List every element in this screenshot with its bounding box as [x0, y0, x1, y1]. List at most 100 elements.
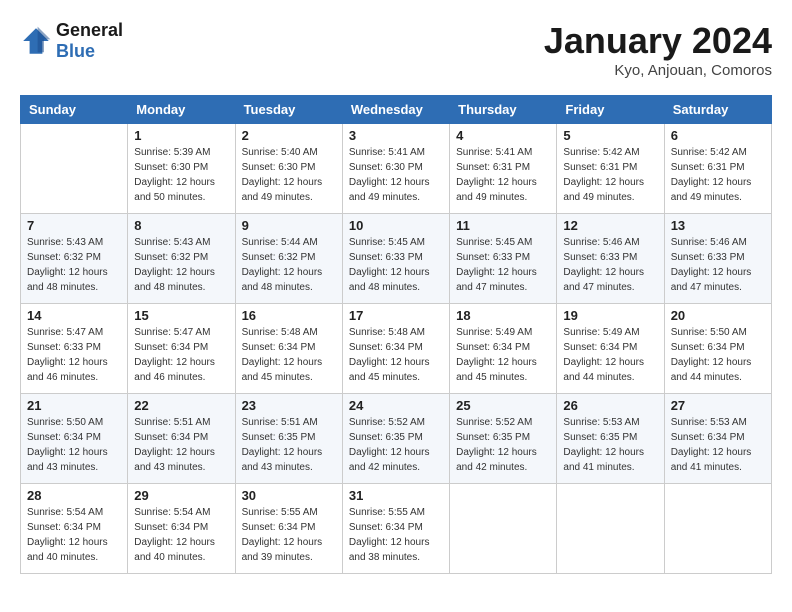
calendar-cell [664, 484, 771, 574]
day-info: Sunrise: 5:45 AM Sunset: 6:33 PM Dayligh… [456, 235, 550, 295]
title-block: January 2024 Kyo, Anjouan, Comoros [544, 20, 772, 79]
calendar-cell: 2Sunrise: 5:40 AM Sunset: 6:30 PM Daylig… [235, 124, 342, 214]
day-info: Sunrise: 5:39 AM Sunset: 6:30 PM Dayligh… [134, 145, 228, 205]
day-info: Sunrise: 5:43 AM Sunset: 6:32 PM Dayligh… [134, 235, 228, 295]
day-info: Sunrise: 5:45 AM Sunset: 6:33 PM Dayligh… [349, 235, 443, 295]
day-info: Sunrise: 5:50 AM Sunset: 6:34 PM Dayligh… [27, 415, 121, 475]
day-info: Sunrise: 5:54 AM Sunset: 6:34 PM Dayligh… [134, 505, 228, 565]
day-info: Sunrise: 5:53 AM Sunset: 6:35 PM Dayligh… [563, 415, 657, 475]
day-number: 8 [134, 218, 228, 233]
day-number: 31 [349, 488, 443, 503]
col-header-sunday: Sunday [21, 96, 128, 124]
day-number: 1 [134, 128, 228, 143]
week-row-4: 21 Sunrise: 5:50 AM Sunset: 6:34 PM Dayli… [21, 394, 772, 484]
day-info: Sunrise: 5:54 AM Sunset: 6:34 PM Dayligh… [27, 505, 121, 565]
day-number: 26 [563, 398, 657, 413]
logo: General Blue [20, 20, 123, 62]
page-header: General Blue January 2024 Kyo, Anjouan, … [20, 20, 772, 79]
day-number: 12 [563, 218, 657, 233]
day-number: 28 [27, 488, 121, 503]
day-info: Sunrise: 5:55 AM Sunset: 6:34 PM Dayligh… [242, 505, 336, 565]
day-number: 4 [456, 128, 550, 143]
day-number: 19 [563, 308, 657, 323]
col-header-friday: Friday [557, 96, 664, 124]
day-info: Sunrise: 5:42 AM Sunset: 6:31 PM Dayligh… [563, 145, 657, 205]
calendar-cell: 14Sunrise: 5:47 AM Sunset: 6:33 PM Dayli… [21, 304, 128, 394]
day-number: 11 [456, 218, 550, 233]
day-info: Sunrise: 5:52 AM Sunset: 6:35 PM Dayligh… [349, 415, 443, 475]
calendar-cell: 20 Sunrise: 5:50 AM Sunset: 6:34 PM Dayli… [664, 304, 771, 394]
day-number: 10 [349, 218, 443, 233]
day-info: Sunrise: 5:47 AM Sunset: 6:33 PM Dayligh… [27, 325, 121, 385]
week-row-1: 1 Sunrise: 5:39 AM Sunset: 6:30 PM Daylig… [21, 124, 772, 214]
logo-icon [20, 25, 52, 57]
calendar-cell [557, 484, 664, 574]
day-info: Sunrise: 5:49 AM Sunset: 6:34 PM Dayligh… [563, 325, 657, 385]
day-number: 21 [27, 398, 121, 413]
calendar-cell: 15Sunrise: 5:47 AM Sunset: 6:34 PM Dayli… [128, 304, 235, 394]
calendar-cell: 27 Sunrise: 5:53 AM Sunset: 6:34 PM Dayli… [664, 394, 771, 484]
calendar-cell: 3 Sunrise: 5:41 AM Sunset: 6:30 PM Daylig… [342, 124, 449, 214]
calendar-cell: 1 Sunrise: 5:39 AM Sunset: 6:30 PM Daylig… [128, 124, 235, 214]
calendar-cell: 10 Sunrise: 5:45 AM Sunset: 6:33 PM Dayli… [342, 214, 449, 304]
calendar-cell: 8 Sunrise: 5:43 AM Sunset: 6:32 PM Daylig… [128, 214, 235, 304]
day-info: Sunrise: 5:46 AM Sunset: 6:33 PM Dayligh… [563, 235, 657, 295]
calendar-cell: 25 Sunrise: 5:52 AM Sunset: 6:35 PM Dayli… [450, 394, 557, 484]
calendar-cell: 24Sunrise: 5:52 AM Sunset: 6:35 PM Dayli… [342, 394, 449, 484]
calendar-cell: 16Sunrise: 5:48 AM Sunset: 6:34 PM Dayli… [235, 304, 342, 394]
calendar-cell [21, 124, 128, 214]
calendar-cell: 7 Sunrise: 5:43 AM Sunset: 6:32 PM Daylig… [21, 214, 128, 304]
week-row-3: 14Sunrise: 5:47 AM Sunset: 6:33 PM Dayli… [21, 304, 772, 394]
calendar-cell: 23Sunrise: 5:51 AM Sunset: 6:35 PM Dayli… [235, 394, 342, 484]
week-row-5: 28 Sunrise: 5:54 AM Sunset: 6:34 PM Dayli… [21, 484, 772, 574]
col-header-saturday: Saturday [664, 96, 771, 124]
day-info: Sunrise: 5:55 AM Sunset: 6:34 PM Dayligh… [349, 505, 443, 565]
calendar-cell: 26 Sunrise: 5:53 AM Sunset: 6:35 PM Dayli… [557, 394, 664, 484]
day-number: 23 [242, 398, 336, 413]
day-info: Sunrise: 5:52 AM Sunset: 6:35 PM Dayligh… [456, 415, 550, 475]
calendar-cell: 31 Sunrise: 5:55 AM Sunset: 6:34 PM Dayli… [342, 484, 449, 574]
calendar-cell: 5 Sunrise: 5:42 AM Sunset: 6:31 PM Daylig… [557, 124, 664, 214]
day-info: Sunrise: 5:48 AM Sunset: 6:34 PM Dayligh… [349, 325, 443, 385]
calendar-cell: 4Sunrise: 5:41 AM Sunset: 6:31 PM Daylig… [450, 124, 557, 214]
day-number: 22 [134, 398, 228, 413]
day-number: 27 [671, 398, 765, 413]
calendar-cell: 9Sunrise: 5:44 AM Sunset: 6:32 PM Daylig… [235, 214, 342, 304]
calendar-cell: 21 Sunrise: 5:50 AM Sunset: 6:34 PM Dayli… [21, 394, 128, 484]
day-number: 15 [134, 308, 228, 323]
day-number: 20 [671, 308, 765, 323]
calendar-cell: 22 Sunrise: 5:51 AM Sunset: 6:34 PM Dayli… [128, 394, 235, 484]
day-info: Sunrise: 5:49 AM Sunset: 6:34 PM Dayligh… [456, 325, 550, 385]
day-info: Sunrise: 5:46 AM Sunset: 6:33 PM Dayligh… [671, 235, 765, 295]
day-number: 25 [456, 398, 550, 413]
calendar-cell: 19 Sunrise: 5:49 AM Sunset: 6:34 PM Dayli… [557, 304, 664, 394]
calendar-cell: 17Sunrise: 5:48 AM Sunset: 6:34 PM Dayli… [342, 304, 449, 394]
day-number: 30 [242, 488, 336, 503]
day-info: Sunrise: 5:40 AM Sunset: 6:30 PM Dayligh… [242, 145, 336, 205]
calendar-cell: 13Sunrise: 5:46 AM Sunset: 6:33 PM Dayli… [664, 214, 771, 304]
calendar-table: SundayMondayTuesdayWednesdayThursdayFrid… [20, 95, 772, 574]
day-number: 5 [563, 128, 657, 143]
day-info: Sunrise: 5:44 AM Sunset: 6:32 PM Dayligh… [242, 235, 336, 295]
day-info: Sunrise: 5:51 AM Sunset: 6:34 PM Dayligh… [134, 415, 228, 475]
col-header-wednesday: Wednesday [342, 96, 449, 124]
header-row: SundayMondayTuesdayWednesdayThursdayFrid… [21, 96, 772, 124]
day-info: Sunrise: 5:43 AM Sunset: 6:32 PM Dayligh… [27, 235, 121, 295]
col-header-monday: Monday [128, 96, 235, 124]
calendar-cell: 12 Sunrise: 5:46 AM Sunset: 6:33 PM Dayli… [557, 214, 664, 304]
logo-text: General Blue [56, 20, 123, 62]
calendar-subtitle: Kyo, Anjouan, Comoros [544, 62, 772, 79]
col-header-thursday: Thursday [450, 96, 557, 124]
day-info: Sunrise: 5:41 AM Sunset: 6:30 PM Dayligh… [349, 145, 443, 205]
day-number: 7 [27, 218, 121, 233]
day-info: Sunrise: 5:53 AM Sunset: 6:34 PM Dayligh… [671, 415, 765, 475]
col-header-tuesday: Tuesday [235, 96, 342, 124]
calendar-title: January 2024 [544, 20, 772, 62]
day-info: Sunrise: 5:50 AM Sunset: 6:34 PM Dayligh… [671, 325, 765, 385]
day-number: 29 [134, 488, 228, 503]
calendar-cell: 11 Sunrise: 5:45 AM Sunset: 6:33 PM Dayli… [450, 214, 557, 304]
calendar-cell [450, 484, 557, 574]
week-row-2: 7 Sunrise: 5:43 AM Sunset: 6:32 PM Daylig… [21, 214, 772, 304]
calendar-cell: 18Sunrise: 5:49 AM Sunset: 6:34 PM Dayli… [450, 304, 557, 394]
day-number: 3 [349, 128, 443, 143]
